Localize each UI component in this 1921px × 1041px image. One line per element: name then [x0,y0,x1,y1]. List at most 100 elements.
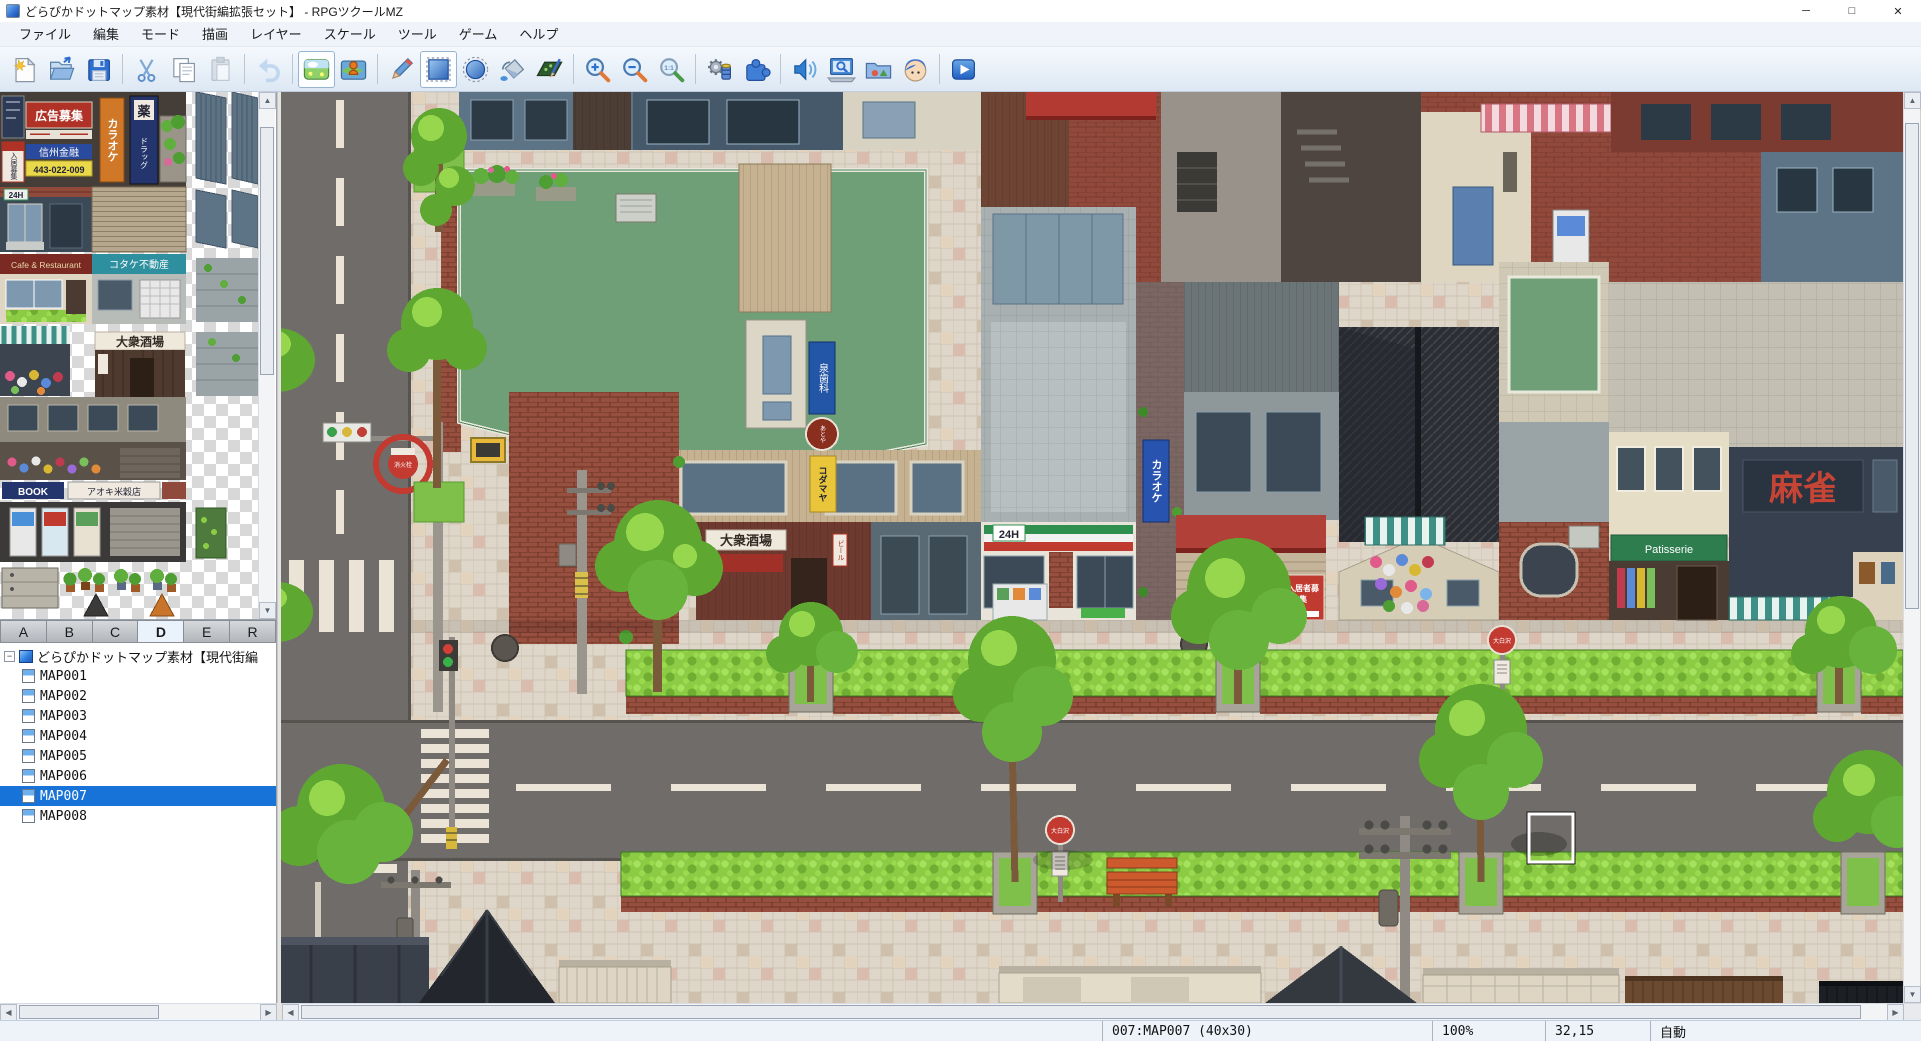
resource-manager-button[interactable] [860,51,897,88]
pencil-icon [387,55,416,84]
paste-button[interactable] [202,51,239,88]
undo-button[interactable] [250,51,287,88]
scroll-right-icon[interactable]: ▶ [260,1004,277,1021]
gear-database-icon [705,55,734,84]
rpg-maker-window: どらぴかドットマップ素材【現代街編拡張セット】 - RPGツクールMZ ─ □ … [0,0,1921,1041]
canvas-hscrollbar[interactable]: ◀ ▶ [282,1003,1904,1020]
tree-hscroll-thumb[interactable] [19,1005,159,1019]
palette-tab-bar: A B C D E R [0,619,276,643]
status-zoom-level: 100% [1432,1021,1545,1041]
minimize-button[interactable]: ─ [1783,0,1829,22]
playtest-button[interactable] [945,51,982,88]
new-project-button[interactable] [6,51,43,88]
zoom-actual-size-button[interactable]: 1:1 [653,51,690,88]
zoom-out-button[interactable] [616,51,653,88]
palette-scrollbar[interactable]: ▲ ▼ [258,92,275,619]
menu-tools[interactable]: ツール [387,22,448,47]
database-button[interactable] [701,51,738,88]
open-project-button[interactable] [43,51,80,88]
menu-game[interactable]: ゲーム [448,22,509,47]
hydrant-sign: 消火栓 [387,456,419,472]
map-icon [22,689,35,703]
search-screen-icon [827,55,856,84]
menu-file[interactable]: ファイル [8,22,82,47]
menu-edit[interactable]: 編集 [82,22,130,47]
menu-scale[interactable]: スケール [313,22,387,47]
canvas-vscrollbar[interactable]: ▲ ▼ [1903,92,1920,1003]
save-project-button[interactable] [80,51,117,88]
tree-item-map006[interactable]: MAP006 [0,766,276,786]
canvas-vscroll-thumb[interactable] [1905,123,1919,609]
tree-item-map005[interactable]: MAP005 [0,746,276,766]
menu-draw[interactable]: 描画 [191,22,239,47]
zoom-in-icon [583,55,612,84]
svg-text:麻雀: 麻雀 [1769,470,1837,508]
svg-text:広告募集: 広告募集 [35,108,84,123]
palette-scroll-thumb[interactable] [260,127,274,375]
maximize-button[interactable]: □ [1829,0,1875,22]
sound-test-button[interactable] [786,51,823,88]
scroll-up-icon[interactable]: ▲ [1904,92,1921,109]
map-icon [22,789,35,803]
map-mode-icon [302,55,331,84]
collapse-icon[interactable]: − [4,651,15,662]
menu-help[interactable]: ヘルプ [508,22,569,47]
tree-hscrollbar[interactable]: ◀ ▶ [0,1003,277,1020]
kodamaya-sign: コダマヤ [812,459,834,509]
tab-r[interactable]: R [230,620,276,643]
zoom-actual-size-icon: 1:1 [657,55,686,84]
karaoke-sign: カラオケ [1145,444,1167,518]
tree-item-map003[interactable]: MAP003 [0,706,276,726]
atoya-sign: あとや [814,420,830,448]
menu-mode[interactable]: モード [130,22,191,47]
tree-item-map008[interactable]: MAP008 [0,806,276,826]
event-searcher-button[interactable] [823,51,860,88]
svg-text:大衆酒場: 大衆酒場 [720,533,772,548]
map-tree: − どらぴかドットマップ素材【現代街編 MAP001 MAP002 MAP003… [0,643,276,1003]
scroll-up-icon[interactable]: ▲ [259,92,276,109]
tab-e[interactable]: E [184,620,230,643]
close-button[interactable]: ✕ [1875,0,1921,22]
tree-item-map007-selected[interactable]: MAP007 [0,786,276,806]
shadow-pen-tool-button[interactable] [531,51,568,88]
zoom-in-button[interactable] [579,51,616,88]
character-generator-button[interactable] [897,51,934,88]
map-mode-button[interactable] [298,51,335,88]
tree-item-map001[interactable]: MAP001 [0,666,276,686]
copy-button[interactable] [165,51,202,88]
scroll-down-icon[interactable]: ▼ [259,602,276,619]
tab-b[interactable]: B [47,620,93,643]
paint-bucket-icon [498,55,527,84]
scroll-down-icon[interactable]: ▼ [1904,986,1921,1003]
cut-button[interactable] [128,51,165,88]
map-canvas[interactable]: 大衆酒場 ビール 24H [281,92,1903,1003]
plugin-manager-button[interactable] [738,51,775,88]
scroll-left-icon[interactable]: ◀ [0,1004,17,1021]
tab-d[interactable]: D [138,620,184,643]
tileset-palette[interactable]: 広告募集 信州金融 443-022-009 入居募集 カラオケ 薬 ドラッグ [0,92,258,619]
scissors-icon [132,55,161,84]
map-icon [22,809,35,823]
tree-root[interactable]: − どらぴかドットマップ素材【現代街編 [0,646,276,666]
speaker-icon [790,55,819,84]
canvas-hscroll-thumb[interactable] [301,1005,1861,1019]
tab-c[interactable]: C [93,620,139,643]
event-mode-button[interactable] [335,51,372,88]
ellipse-tool-button[interactable] [457,51,494,88]
pencil-tool-button[interactable] [383,51,420,88]
menu-layer[interactable]: レイヤー [239,22,313,47]
scroll-right-icon[interactable]: ▶ [1887,1004,1904,1021]
open-folder-icon [47,55,76,84]
tab-a[interactable]: A [0,620,47,643]
scroll-left-icon[interactable]: ◀ [282,1004,299,1021]
tree-item-map004[interactable]: MAP004 [0,726,276,746]
ellipse-select-icon [461,55,490,84]
svg-text:信州金融: 信州金融 [39,146,79,159]
tree-item-map002[interactable]: MAP002 [0,686,276,706]
flood-fill-tool-button[interactable] [494,51,531,88]
left-panel: 広告募集 信州金融 443-022-009 入居募集 カラオケ 薬 ドラッグ [0,92,277,1003]
svg-text:443-022-009: 443-022-009 [33,165,84,175]
map-icon [22,749,35,763]
rectangle-tool-button[interactable] [420,51,457,88]
clipboard-paste-icon [206,55,235,84]
